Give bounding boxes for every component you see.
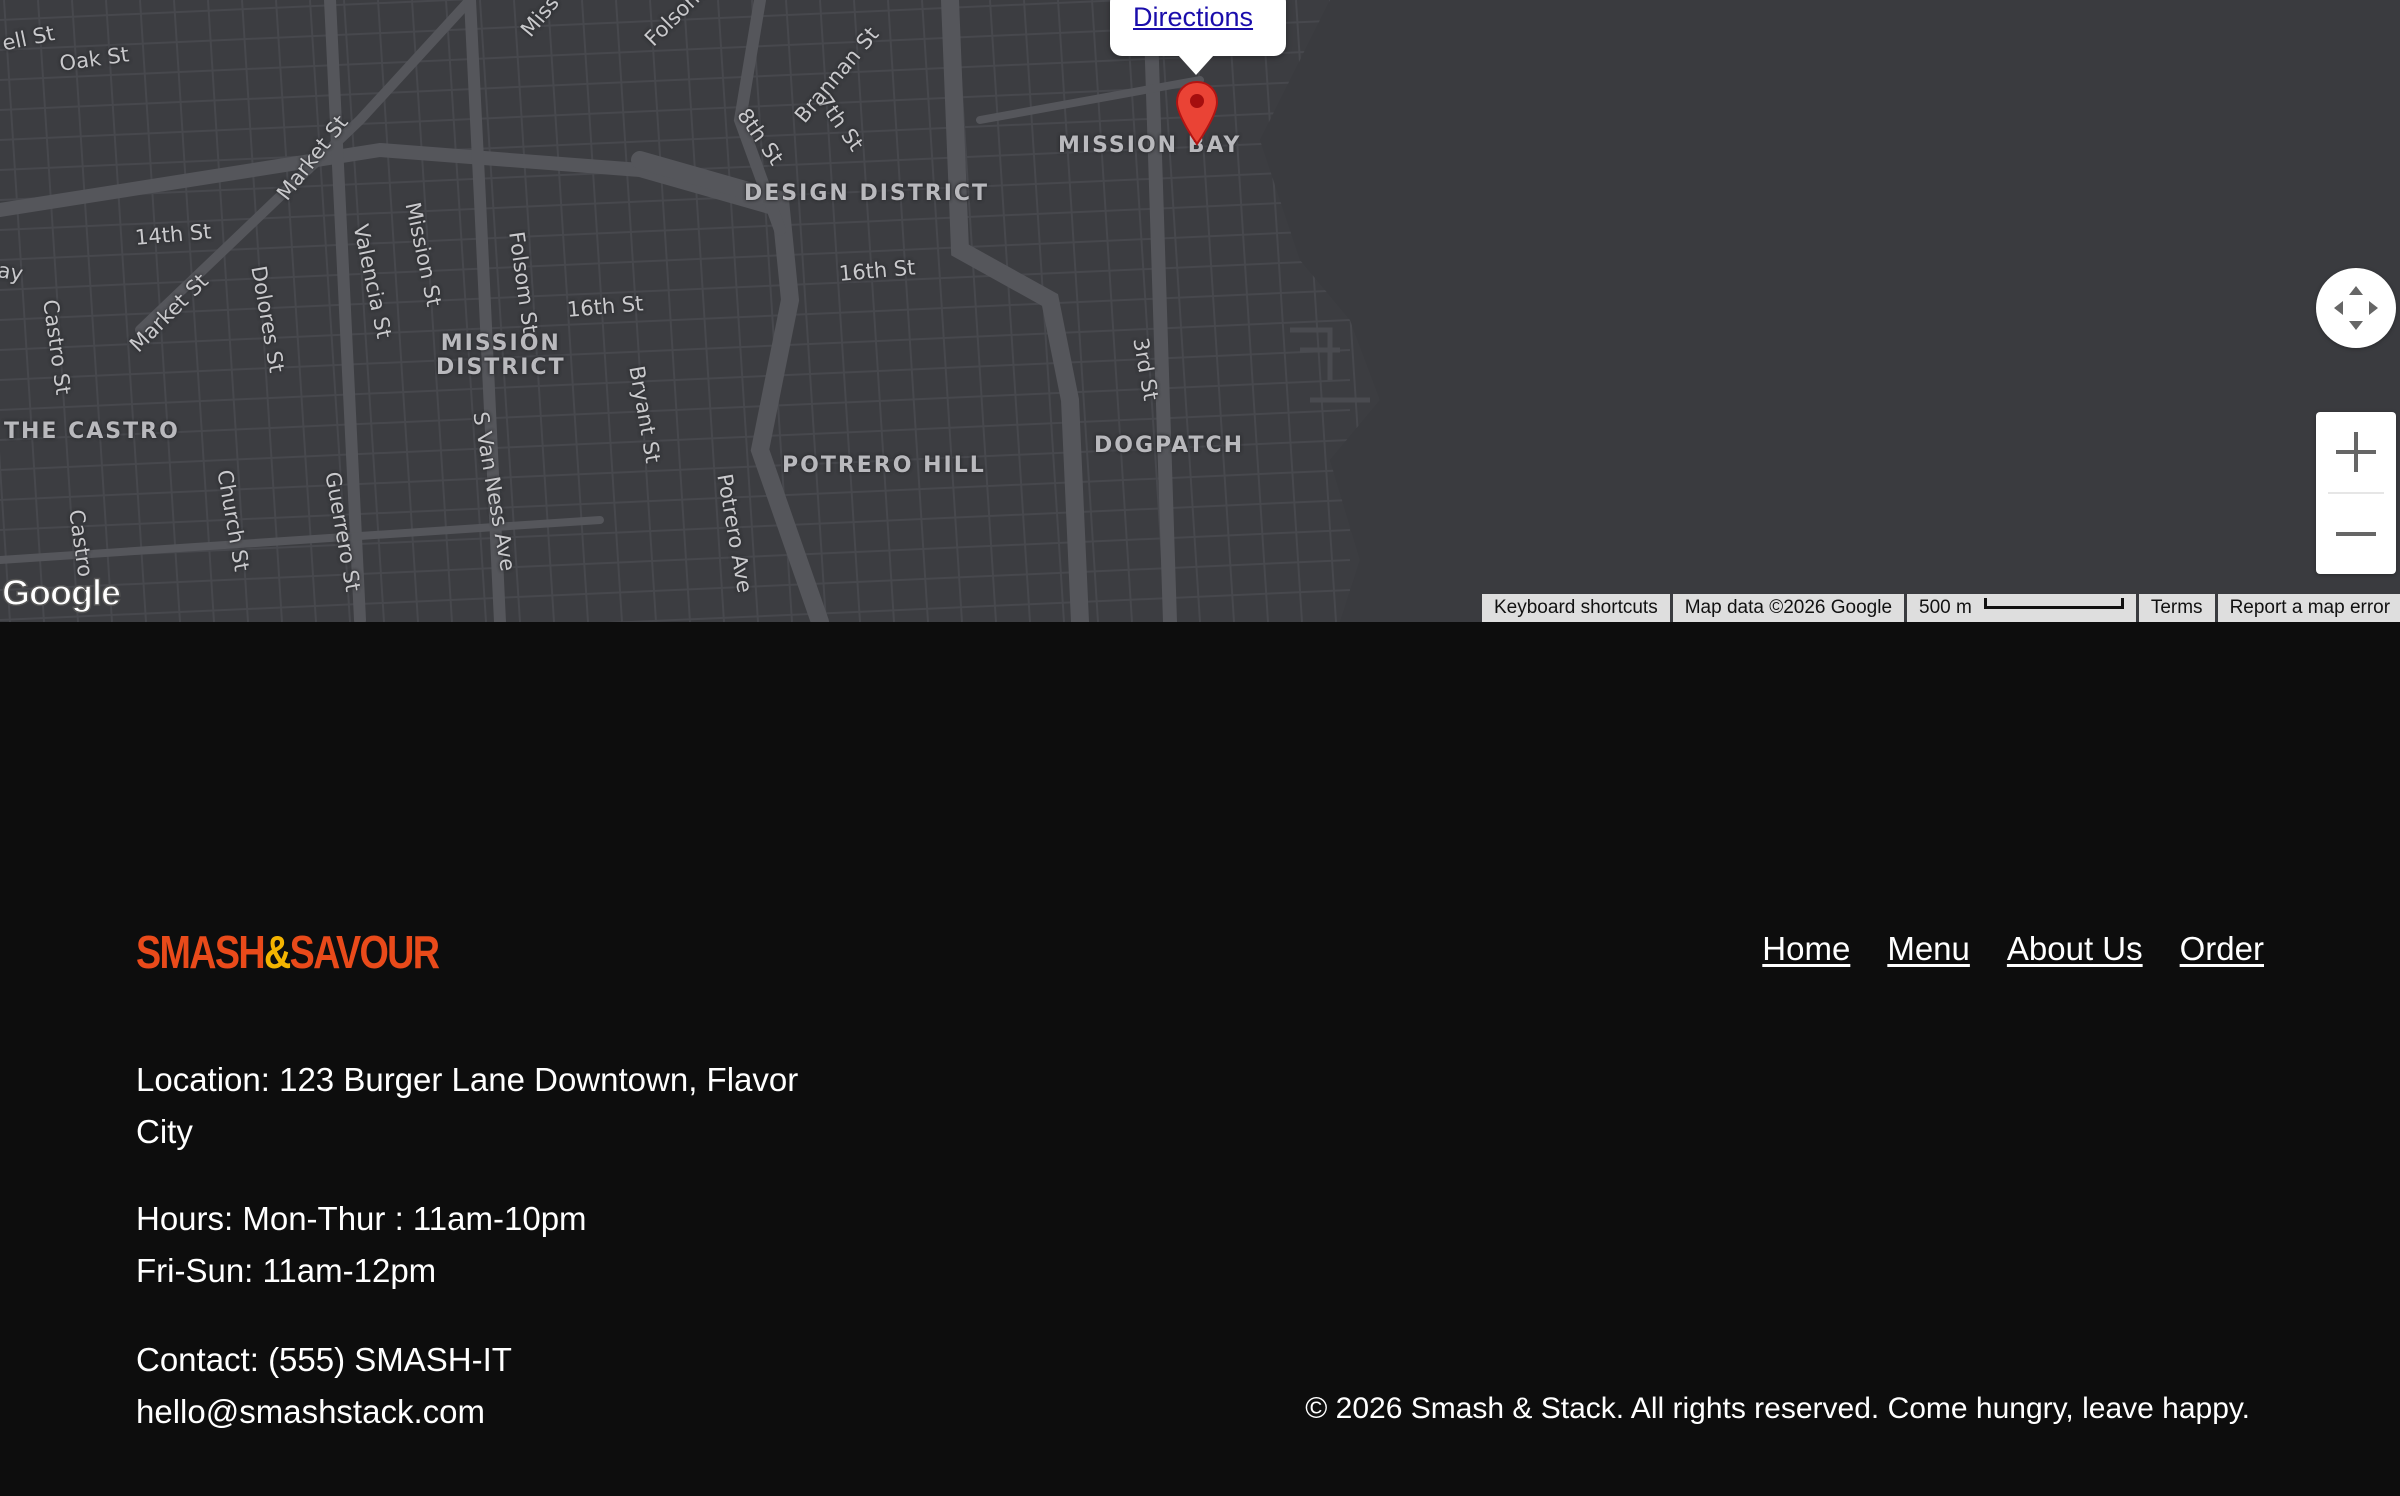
- location-text: Location: 123 Burger Lane Downtown, Flav…: [136, 1061, 799, 1150]
- zoom-out-button[interactable]: [2316, 494, 2396, 574]
- hours-weekday: Hours: Mon-Thur : 11am-10pm: [136, 1200, 587, 1237]
- plus-icon: [2336, 432, 2376, 472]
- nav-about-link[interactable]: About Us: [2007, 930, 2143, 968]
- map-attribution: Keyboard shortcuts Map data ©2026 Google…: [1482, 594, 2400, 622]
- zoom-in-button[interactable]: [2316, 412, 2396, 492]
- hours-block: Hours: Mon-Thur : 11am-10pm Fri-Sun: 11a…: [136, 1193, 856, 1297]
- nav-menu-link[interactable]: Menu: [1887, 930, 1970, 968]
- location-pin-icon[interactable]: [1175, 80, 1219, 151]
- contact-phone: Contact: (555) SMASH-IT: [136, 1341, 512, 1378]
- district-label: DESIGN DISTRICT: [744, 181, 990, 206]
- fullscreen-button[interactable]: [2316, 268, 2396, 348]
- google-logo[interactable]: Google: [1, 571, 122, 614]
- logo-part2: SAVOUR: [289, 926, 440, 978]
- contact-email: hello@smashstack.com: [136, 1393, 485, 1430]
- fullscreen-icon: [2334, 286, 2378, 330]
- logo-part1: SMASH: [136, 926, 266, 978]
- logo-ampersand: &: [264, 926, 291, 978]
- scale-label: 500 m: [1919, 597, 1972, 618]
- brand-logo[interactable]: SMASH&SAVOUR: [136, 925, 440, 979]
- map[interactable]: ell St Oak St Market St 14th St Market St Cas…: [0, 0, 2400, 622]
- keyboard-shortcuts-button[interactable]: Keyboard shortcuts: [1482, 594, 1670, 622]
- nav-home-link[interactable]: Home: [1762, 930, 1850, 968]
- report-map-error-link[interactable]: Report a map error: [2217, 594, 2400, 622]
- street-label: ay: [0, 258, 25, 287]
- contact-block: Contact: (555) SMASH-IT hello@smashstack…: [136, 1334, 856, 1438]
- directions-link[interactable]: Directions: [1133, 2, 1253, 33]
- zoom-controls: [2316, 412, 2396, 574]
- copyright-text: © 2026 Smash & Stack. All rights reserve…: [1305, 1392, 2250, 1425]
- footer-nav: Home Menu About Us Order: [1762, 930, 2264, 968]
- district-label: POTRERO HILL: [782, 453, 986, 478]
- district-label: MISSION DISTRICT: [436, 331, 566, 380]
- district-label: THE CASTRO: [4, 419, 180, 444]
- info-window-tail: [1178, 55, 1214, 75]
- map-data-label: Map data ©2026 Google: [1672, 594, 1905, 622]
- info-window: Directions: [1110, 0, 1286, 56]
- terms-link[interactable]: Terms: [2138, 594, 2215, 622]
- nav-order-link[interactable]: Order: [2180, 930, 2264, 968]
- hours-weekend: Fri-Sun: 11am-12pm: [136, 1252, 437, 1289]
- minus-icon: [2336, 532, 2376, 536]
- scale-control[interactable]: 500 m: [1907, 594, 2136, 622]
- district-label: DOGPATCH: [1094, 433, 1245, 458]
- scale-bar: [1983, 598, 2124, 610]
